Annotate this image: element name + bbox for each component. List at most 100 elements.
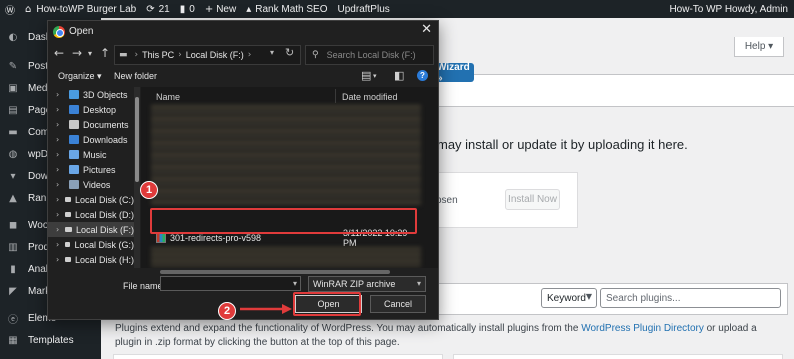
nav-item-pictures[interactable]: › Pictures — [48, 162, 134, 177]
column-name-header[interactable]: Name — [156, 92, 180, 102]
column-date-header[interactable]: Date modified — [342, 92, 398, 102]
nav-item-label: Local Disk (D:) — [74, 209, 134, 220]
analytics-icon: ▮ — [10, 263, 16, 275]
expand-chevron-icon[interactable]: › — [56, 210, 62, 219]
folder-icon — [69, 120, 79, 129]
nav-item-label: Local Disk (F:) — [75, 224, 134, 235]
refresh-icon[interactable]: ↻ — [285, 46, 294, 59]
expand-chevron-icon[interactable]: › — [56, 195, 62, 204]
sidebar-item-templates[interactable]: ▦ Templates — [0, 331, 101, 349]
folder-icon — [69, 105, 79, 114]
preview-pane-icon[interactable]: ◧ — [394, 69, 404, 82]
plugin-card — [453, 354, 783, 359]
nav-item-label: Local Disk (C:) — [74, 194, 134, 205]
close-icon[interactable]: ✕ — [421, 22, 432, 37]
nav-item-label: Local Disk (H:) — [74, 254, 134, 265]
expand-chevron-icon[interactable]: › — [56, 165, 66, 174]
nav-item-local-disk-g[interactable]: › Local Disk (G:) — [48, 237, 134, 252]
nav-item-label: 3D Objects — [83, 89, 128, 100]
breadcrumb-separator: › — [178, 50, 182, 60]
rank-math-link[interactable]: ▴ Rank Math SEO — [241, 0, 332, 18]
view-chevron-down-icon[interactable]: ▾ — [373, 72, 377, 80]
address-dropdown-icon[interactable]: ▾ — [270, 48, 274, 57]
setup-notice — [432, 74, 794, 107]
search-icon: ⚲ — [312, 50, 319, 60]
help-icon[interactable]: ? — [417, 70, 428, 81]
site-name-link[interactable]: ⌂ How-toWP Burger Lab — [20, 0, 141, 18]
elementor-icon: ⓔ — [8, 314, 18, 326]
nav-item-music[interactable]: › Music — [48, 147, 134, 162]
chrome-icon — [53, 25, 65, 38]
nav-item-local-disk-h[interactable]: › Local Disk (H:) — [48, 252, 134, 267]
expand-chevron-icon[interactable]: › — [56, 180, 66, 189]
nav-item-local-disk-c[interactable]: › Local Disk (C:) — [48, 192, 134, 207]
organize-menu[interactable]: Organize ▾ — [58, 71, 102, 82]
my-account-link[interactable]: How-To WP Howdy, Admin — [664, 0, 794, 18]
expand-chevron-icon[interactable]: › — [56, 90, 66, 99]
step-2-badge: 2 — [218, 302, 236, 320]
music-icon — [69, 150, 79, 159]
expand-chevron-icon[interactable]: › — [56, 150, 66, 159]
expand-chevron-icon[interactable]: › — [56, 135, 66, 144]
pictures-icon — [69, 165, 79, 174]
comments-link[interactable]: ▮ 0 — [175, 0, 200, 18]
updates-link[interactable]: ⟳ 21 — [141, 0, 175, 18]
nav-item-label: Downloads — [83, 134, 128, 145]
expand-chevron-icon[interactable]: › — [56, 120, 66, 129]
recent-locations-chevron-icon[interactable]: ▾ — [88, 49, 92, 58]
forward-arrow-icon[interactable]: → — [72, 46, 82, 60]
expand-chevron-icon[interactable]: › — [56, 255, 62, 264]
drive-icon — [65, 227, 72, 232]
nav-item-documents[interactable]: › Documents — [48, 117, 134, 132]
nav-item-label: Documents — [83, 119, 129, 130]
nav-item-local-disk-f[interactable]: › Local Disk (F:) — [48, 222, 134, 237]
wordpress-icon[interactable]: Ⓦ — [0, 0, 20, 18]
nav-item-label: Music — [83, 149, 107, 160]
folder-icon — [69, 90, 79, 99]
expand-chevron-icon[interactable]: › — [56, 225, 62, 234]
help-tab-button[interactable]: Help ▾ — [734, 37, 784, 57]
scrollbar-thumb[interactable] — [135, 97, 139, 182]
file-name-input[interactable]: ▾ — [160, 276, 301, 291]
blurred-file-entries — [151, 105, 421, 205]
cancel-button[interactable]: Cancel — [370, 295, 426, 313]
new-folder-button[interactable]: New folder — [114, 71, 157, 81]
updraftplus-link[interactable]: UpdraftPlus — [333, 0, 395, 18]
plugin-directory-link[interactable]: WordPress Plugin Directory — [581, 323, 704, 334]
expand-chevron-icon[interactable]: › — [56, 105, 66, 114]
horizontal-scrollbar[interactable] — [141, 268, 438, 276]
nav-item-desktop[interactable]: › Desktop — [48, 102, 134, 117]
chevron-down-icon: ▼ — [585, 292, 592, 301]
videos-icon — [69, 180, 79, 189]
nav-item-videos[interactable]: › Videos — [48, 177, 134, 192]
product-icon: ▥ — [8, 241, 18, 253]
step-1-badge: 1 — [140, 181, 158, 199]
file-type-select[interactable]: WinRAR ZIP archive ▾ — [308, 276, 426, 292]
scrollbar-thumb[interactable] — [160, 270, 390, 274]
drive-icon — [64, 197, 71, 202]
nav-item-downloads[interactable]: › Downloads — [48, 132, 134, 147]
open-file-dialog: Open ✕ ← → ▾ ↑ ▬ › This PC › Local Disk … — [47, 20, 439, 320]
column-divider[interactable] — [335, 89, 336, 103]
up-arrow-icon[interactable]: ↑ — [100, 46, 110, 60]
dialog-nav-row: ← → ▾ ↑ ▬ › This PC › Local Disk (F:) › … — [48, 43, 438, 67]
view-options-icon[interactable]: ▤ — [361, 69, 371, 82]
back-arrow-icon[interactable]: ← — [54, 46, 64, 60]
search-plugins-input[interactable]: Search plugins... — [600, 288, 781, 308]
nav-item-3d-objects[interactable]: › 3D Objects — [48, 87, 134, 102]
navigation-scrollbar[interactable] — [134, 87, 140, 268]
dialog-search-input[interactable]: ⚲ Search Local Disk (F:) — [305, 45, 434, 65]
admin-bar: Ⓦ ⌂ How-toWP Burger Lab ⟳ 21 ▮ 0 + New ▴ Rank… — [0, 0, 794, 18]
search-type-select[interactable]: Keyword ▼ — [541, 288, 597, 308]
breadcrumb-this-pc[interactable]: This PC — [142, 50, 174, 60]
breadcrumb-local-disk-f[interactable]: Local Disk (F:) — [186, 50, 244, 60]
chevron-down-icon: ▾ — [416, 279, 421, 288]
nav-item-local-disk-d[interactable]: › Local Disk (D:) — [48, 207, 134, 222]
install-now-button[interactable]: Install Now — [505, 189, 560, 210]
expand-chevron-icon[interactable]: › — [56, 240, 62, 249]
setup-wizard-button[interactable]: Wizard » — [435, 62, 474, 84]
chevron-down-icon[interactable]: ▾ — [293, 279, 297, 288]
drive-icon — [64, 242, 71, 247]
new-content-link[interactable]: + New — [200, 0, 241, 18]
plugin-card — [113, 354, 443, 359]
